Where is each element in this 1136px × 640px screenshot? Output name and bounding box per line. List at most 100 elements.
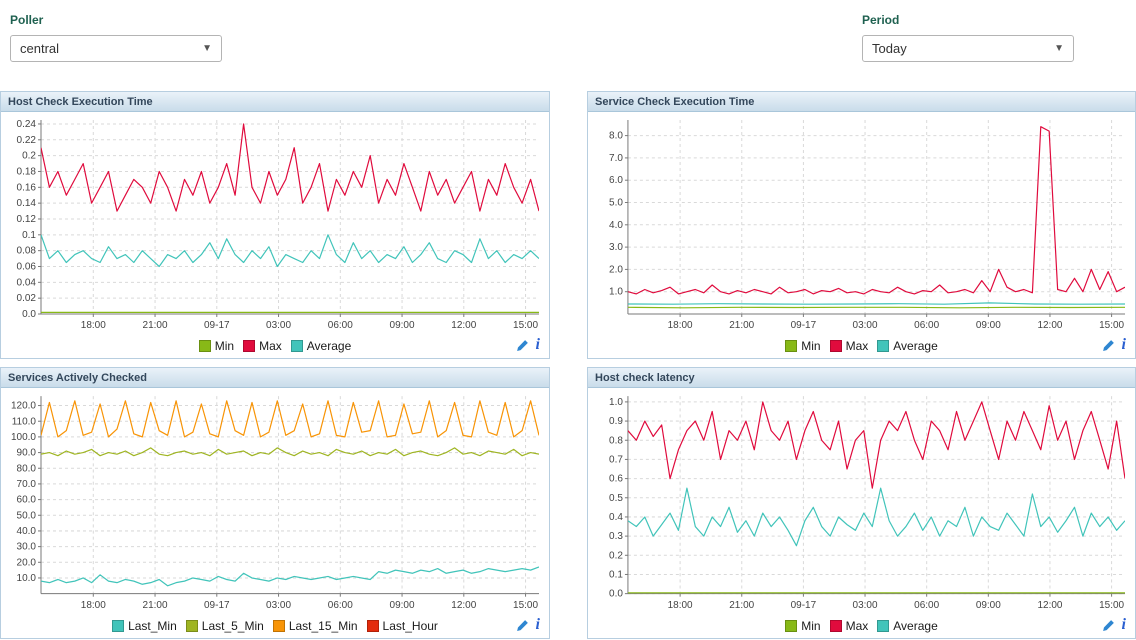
chart-actions: i xyxy=(516,337,540,353)
y-tick-label: 120.0 xyxy=(11,401,36,412)
legend-item-min[interactable]: Min xyxy=(785,619,820,633)
x-tick-label: 18:00 xyxy=(81,600,106,611)
chart-footer: Last_Min Last_5_Min Last_15_Min Last_Hour i xyxy=(1,614,549,638)
chevron-down-icon: ▼ xyxy=(202,43,212,54)
y-tick-label: 0.06 xyxy=(17,261,37,272)
x-tick-label: 18:00 xyxy=(668,600,693,611)
pencil-icon[interactable] xyxy=(1102,339,1115,352)
series-line-last_15_min xyxy=(41,401,539,437)
x-tick-label: 15:00 xyxy=(513,320,538,331)
chart-plot-area: 10.020.030.040.050.060.070.080.090.0100.… xyxy=(1,388,549,614)
legend-item-last_hour[interactable]: Last_Hour xyxy=(367,619,438,633)
y-tick-label: 0.3 xyxy=(609,531,623,542)
poller-label: Poller xyxy=(10,13,222,27)
x-tick-label: 06:00 xyxy=(914,320,939,331)
y-tick-label: 0.6 xyxy=(609,474,623,485)
chart-canvas[interactable]: 10.020.030.040.050.060.070.080.090.0100.… xyxy=(1,388,549,614)
period-label: Period xyxy=(862,13,1074,27)
y-tick-label: 100.0 xyxy=(11,432,36,443)
pencil-icon[interactable] xyxy=(516,339,529,352)
legend-item-average[interactable]: Average xyxy=(291,339,351,353)
x-tick-label: 06:00 xyxy=(328,600,353,611)
y-tick-label: 20.0 xyxy=(17,557,37,568)
y-tick-label: 1.0 xyxy=(609,397,623,408)
y-tick-label: 0.2 xyxy=(22,151,36,162)
legend-item-average[interactable]: Average xyxy=(877,339,937,353)
y-tick-label: 0.24 xyxy=(17,119,37,130)
x-tick-label: 15:00 xyxy=(1099,600,1124,611)
x-tick-label: 06:00 xyxy=(914,600,939,611)
legend-label: Last_5_Min xyxy=(202,619,264,633)
legend-label: Average xyxy=(307,339,351,353)
legend-swatch xyxy=(785,340,797,352)
y-tick-label: 0.1 xyxy=(609,569,623,580)
poller-filter: Poller central ▼ xyxy=(10,13,222,62)
x-tick-label: 18:00 xyxy=(668,320,693,331)
legend-item-last_min[interactable]: Last_Min xyxy=(112,619,177,633)
y-tick-label: 0.22 xyxy=(17,135,37,146)
period-select[interactable]: Today ▼ xyxy=(862,35,1074,62)
x-tick-label: 21:00 xyxy=(143,600,168,611)
y-tick-label: 0.18 xyxy=(17,166,37,177)
legend-item-average[interactable]: Average xyxy=(877,619,937,633)
chart-panel: Host Check Execution Time0.00.020.040.06… xyxy=(0,91,550,359)
legend-swatch xyxy=(877,340,889,352)
chart-actions: i xyxy=(516,617,540,633)
legend-item-max[interactable]: Max xyxy=(830,619,869,633)
y-tick-label: 40.0 xyxy=(17,526,37,537)
x-tick-label: 03:00 xyxy=(266,320,291,331)
legend-swatch xyxy=(199,340,211,352)
period-selected-value: Today xyxy=(872,41,907,56)
legend-label: Min xyxy=(801,339,820,353)
chart-title: Service Check Execution Time xyxy=(595,96,754,108)
x-tick-label: 12:00 xyxy=(451,600,476,611)
chart-canvas[interactable]: 0.00.10.20.30.40.50.60.70.80.91.018:0021… xyxy=(588,388,1135,614)
chart-canvas[interactable]: 0.00.020.040.060.080.10.120.140.160.180.… xyxy=(1,112,549,334)
chart-canvas[interactable]: 1.02.03.04.05.06.07.08.018:0021:0009-170… xyxy=(588,112,1135,334)
y-tick-label: 6.0 xyxy=(609,175,623,186)
filters-bar: Poller central ▼ Period Today ▼ xyxy=(0,0,1136,91)
pencil-icon[interactable] xyxy=(516,619,529,632)
y-tick-label: 2.0 xyxy=(609,264,623,275)
chart-actions: i xyxy=(1102,617,1126,633)
poller-selected-value: central xyxy=(20,41,59,56)
y-tick-label: 1.0 xyxy=(609,287,623,298)
y-tick-label: 0.5 xyxy=(609,493,623,504)
info-icon[interactable]: i xyxy=(1122,337,1126,353)
chart-panel: Services Actively Checked10.020.030.040.… xyxy=(0,367,550,639)
pencil-icon[interactable] xyxy=(1102,619,1115,632)
legend-label: Last_Hour xyxy=(383,619,438,633)
legend-item-last_15_min[interactable]: Last_15_Min xyxy=(273,619,358,633)
y-tick-label: 0.1 xyxy=(22,230,36,241)
y-tick-label: 10.0 xyxy=(17,573,37,584)
info-icon[interactable]: i xyxy=(536,617,540,633)
y-tick-label: 0.02 xyxy=(17,293,37,304)
y-tick-label: 0.14 xyxy=(17,198,37,209)
x-tick-label: 09:00 xyxy=(976,320,1001,331)
y-tick-label: 50.0 xyxy=(17,510,37,521)
legend-label: Min xyxy=(215,339,234,353)
info-icon[interactable]: i xyxy=(536,337,540,353)
y-tick-label: 70.0 xyxy=(17,479,37,490)
legend-item-last_5_min[interactable]: Last_5_Min xyxy=(186,619,264,633)
y-tick-label: 0.9 xyxy=(609,416,623,427)
chart-legend: Min Max Average xyxy=(785,339,938,353)
y-tick-label: 0.0 xyxy=(609,589,623,600)
x-tick-label: 06:00 xyxy=(328,320,353,331)
chart-header: Host check latency xyxy=(588,368,1135,388)
x-tick-label: 09:00 xyxy=(390,600,415,611)
legend-item-min[interactable]: Min xyxy=(199,339,234,353)
info-icon[interactable]: i xyxy=(1122,617,1126,633)
x-tick-label: 12:00 xyxy=(1037,600,1062,611)
legend-item-min[interactable]: Min xyxy=(785,339,820,353)
legend-item-max[interactable]: Max xyxy=(830,339,869,353)
poller-select[interactable]: central ▼ xyxy=(10,35,222,62)
y-tick-label: 0.12 xyxy=(17,214,37,225)
legend-swatch xyxy=(877,620,889,632)
legend-label: Max xyxy=(259,339,282,353)
x-tick-label: 09-17 xyxy=(791,320,817,331)
x-tick-label: 15:00 xyxy=(1099,320,1124,331)
chart-plot-area: 0.00.020.040.060.080.10.120.140.160.180.… xyxy=(1,112,549,334)
legend-item-max[interactable]: Max xyxy=(243,339,282,353)
chart-legend: Last_Min Last_5_Min Last_15_Min Last_Hour xyxy=(112,619,438,633)
